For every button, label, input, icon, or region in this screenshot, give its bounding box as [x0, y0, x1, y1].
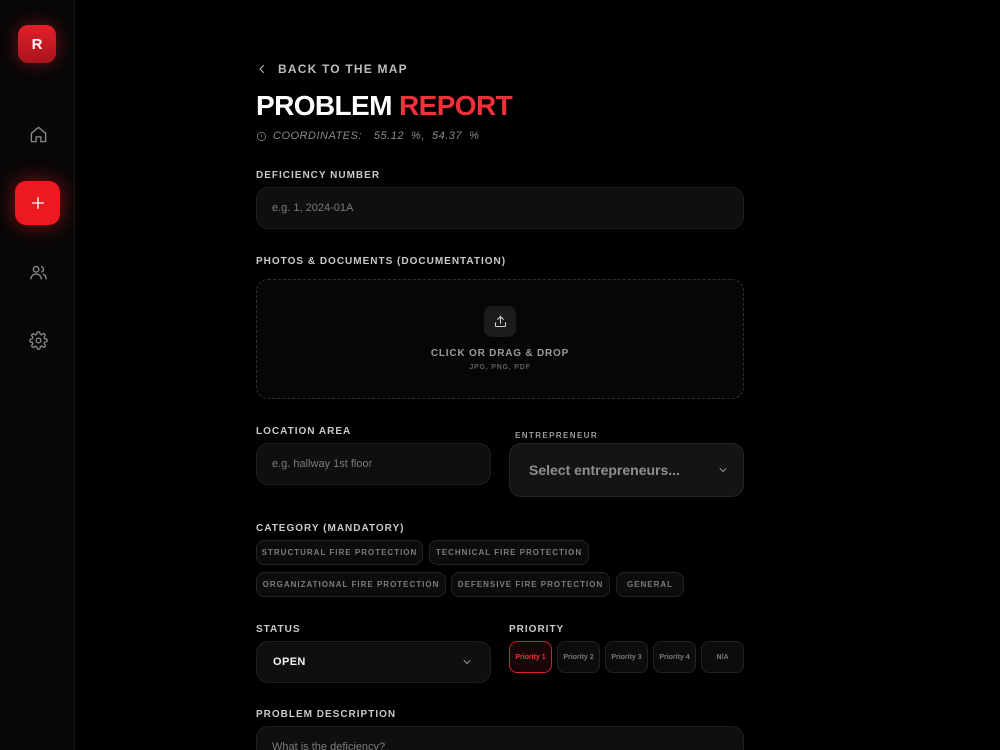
- dropzone-prompt: CLICK OR DRAG & DROP: [430, 348, 570, 359]
- priority-option-1[interactable]: Priority 1: [509, 641, 552, 673]
- home-icon: [30, 126, 46, 142]
- entrepreneur-label: ENTREPRENEUR: [515, 431, 599, 440]
- deficiency-number-label: DEFICIENCY NUMBER: [256, 170, 381, 181]
- status-label: STATUS: [256, 624, 301, 635]
- app-logo[interactable]: R: [18, 25, 56, 63]
- coordinates-readout: COORDINATES: 55.12 %, 54.37 %: [256, 130, 479, 142]
- photos-label: PHOTOS & DOCUMENTS (DOCUMENTATION): [256, 256, 507, 267]
- chevron-down-icon: [463, 660, 471, 664]
- page-title: PROBLEM REPORT: [256, 90, 513, 122]
- category-label: CATEGORY (MANDATORY): [256, 523, 405, 534]
- priority-label: PRIORITY: [509, 624, 565, 635]
- coordinates-label: COORDINATES:: [273, 130, 362, 142]
- sidebar-item-users[interactable]: [18, 252, 58, 292]
- dropzone-formats: JPG, PNG, PDF: [469, 364, 531, 371]
- sidebar: R: [0, 0, 75, 750]
- category-chip-technical[interactable]: TECHNICAL FIRE PROTECTION: [429, 540, 589, 565]
- priority-option-4[interactable]: Priority 4: [653, 641, 696, 673]
- title-part-report: REPORT: [399, 90, 513, 121]
- chevron-left-icon: [259, 65, 264, 73]
- chevron-down-icon: [719, 468, 727, 472]
- status-value: OPEN: [273, 656, 306, 668]
- deficiency-number-input[interactable]: [272, 202, 728, 214]
- entrepreneur-select[interactable]: Select entrepreneurs...: [509, 443, 744, 497]
- location-area-field[interactable]: [256, 443, 491, 485]
- category-chip-structural[interactable]: STRUCTURAL FIRE PROTECTION: [256, 540, 423, 565]
- deficiency-number-field[interactable]: [256, 187, 744, 229]
- title-part-problem: PROBLEM: [256, 90, 392, 121]
- sidebar-item-settings[interactable]: [18, 320, 58, 360]
- location-area-input[interactable]: [272, 458, 475, 470]
- status-select[interactable]: OPEN: [256, 641, 491, 683]
- priority-option-3[interactable]: Priority 3: [605, 641, 648, 673]
- users-icon: [29, 265, 47, 280]
- back-label: BACK TO THE MAP: [278, 62, 408, 76]
- location-area-label: LOCATION AREA: [256, 426, 352, 437]
- category-chip-general[interactable]: GENERAL: [616, 572, 684, 597]
- gear-icon: [28, 330, 48, 350]
- upload-icon: [494, 315, 506, 328]
- problem-description-textarea[interactable]: What is the deficiency?: [256, 726, 744, 750]
- priority-option-na[interactable]: N/A: [701, 641, 744, 673]
- plus-icon: [31, 197, 44, 209]
- sidebar-item-home[interactable]: [18, 114, 58, 154]
- file-dropzone[interactable]: CLICK OR DRAG & DROP JPG, PNG, PDF: [256, 279, 744, 399]
- info-icon: [257, 131, 266, 141]
- category-chip-organizational[interactable]: ORGANIZATIONAL FIRE PROTECTION: [256, 572, 446, 597]
- entrepreneur-placeholder: Select entrepreneurs...: [529, 462, 680, 478]
- coordinates-value: 55.12 %, 54.37 %: [373, 130, 480, 142]
- category-chip-defensive[interactable]: DEFENSIVE FIRE PROTECTION: [451, 572, 610, 597]
- upload-button[interactable]: [484, 306, 516, 337]
- sidebar-item-new-report[interactable]: [15, 181, 60, 225]
- problem-description-label: PROBLEM DESCRIPTION: [256, 709, 397, 720]
- priority-option-2[interactable]: Priority 2: [557, 641, 600, 673]
- back-to-map-link[interactable]: BACK TO THE MAP: [256, 62, 408, 76]
